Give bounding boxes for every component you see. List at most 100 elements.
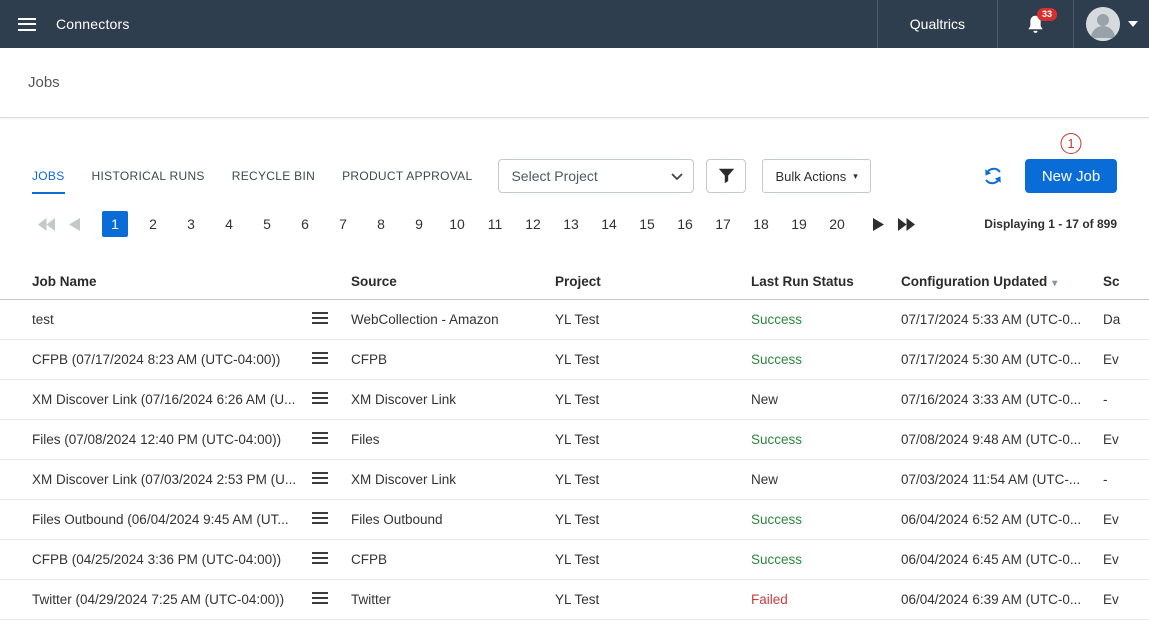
pagination-summary: Displaying 1 - 17 of 899 — [984, 217, 1117, 231]
column-header-label: Configuration Updated — [901, 274, 1047, 289]
configuration-updated-cell: 06/04/2024 6:52 AM (UTC-0... — [901, 512, 1103, 527]
page-button-5[interactable]: 5 — [254, 211, 280, 237]
table-row: XM Discover Link (07/16/2024 6:26 AM (U.… — [0, 380, 1149, 420]
filter-button[interactable] — [706, 159, 746, 193]
row-menu-icon[interactable] — [312, 592, 328, 604]
last-run-status-cell: Success — [751, 432, 901, 447]
bulk-actions-button[interactable]: Bulk Actions ▾ — [762, 159, 870, 193]
project-cell: YL Test — [555, 432, 751, 447]
job-name-cell[interactable]: CFPB (04/25/2024 3:36 PM (UTC-04:00)) — [32, 552, 312, 567]
job-name-cell[interactable]: Files (07/08/2024 12:40 PM (UTC-04:00)) — [32, 432, 312, 447]
row-menu-icon[interactable] — [312, 352, 328, 364]
page-button-12[interactable]: 12 — [520, 211, 546, 237]
brand-menu[interactable]: Qualtrics — [877, 0, 997, 48]
page-button-8[interactable]: 8 — [368, 211, 394, 237]
configuration-updated-cell: 07/08/2024 9:48 AM (UTC-0... — [901, 432, 1103, 447]
column-header-last-run-status[interactable]: Last Run Status — [751, 274, 901, 289]
last-page-button[interactable] — [892, 211, 920, 237]
project-cell: YL Test — [555, 352, 751, 367]
table-row: CFPB (07/17/2024 8:23 AM (UTC-04:00))CFP… — [0, 340, 1149, 380]
page-header: Jobs — [0, 48, 1149, 118]
job-name-cell[interactable]: XM Discover Link (07/03/2024 2:53 PM (U.… — [32, 472, 312, 487]
row-menu-icon[interactable] — [312, 512, 328, 524]
last-run-status-cell: Failed — [751, 592, 901, 607]
column-header-source[interactable]: Source — [351, 274, 555, 289]
project-cell: YL Test — [555, 472, 751, 487]
row-menu-icon[interactable] — [312, 432, 328, 444]
page-button-11[interactable]: 11 — [482, 211, 508, 237]
schedule-cell: - — [1103, 472, 1149, 487]
job-name-cell[interactable]: CFPB (07/17/2024 8:23 AM (UTC-04:00)) — [32, 352, 312, 367]
tab-product-approval[interactable]: PRODUCT APPROVAL — [342, 158, 472, 194]
refresh-icon — [983, 166, 1003, 186]
job-name-cell[interactable]: XM Discover Link (07/16/2024 6:26 AM (U.… — [32, 392, 312, 407]
sort-descending-icon[interactable]: ▾ — [1052, 278, 1057, 289]
page-button-6[interactable]: 6 — [292, 211, 318, 237]
last-run-status-cell: New — [751, 472, 901, 487]
page-button-10[interactable]: 10 — [444, 211, 470, 237]
column-header-job-name[interactable]: Job Name — [32, 274, 312, 289]
new-job-button[interactable]: New Job — [1025, 159, 1117, 193]
row-actions-cell — [312, 512, 351, 527]
refresh-button[interactable] — [983, 166, 1003, 186]
pagination: 1234567891011121314151617181920 Displayi… — [0, 210, 1149, 238]
page-button-13[interactable]: 13 — [558, 211, 584, 237]
first-page-button[interactable] — [32, 211, 60, 237]
page-button-14[interactable]: 14 — [596, 211, 622, 237]
page-button-16[interactable]: 16 — [672, 211, 698, 237]
brand-label: Qualtrics — [910, 16, 965, 32]
column-header-configuration-updated[interactable]: Configuration Updated ▾ — [901, 274, 1103, 289]
project-cell: YL Test — [555, 592, 751, 607]
page-button-15[interactable]: 15 — [634, 211, 660, 237]
project-cell: YL Test — [555, 552, 751, 567]
main-menu-button[interactable] — [8, 18, 46, 31]
avatar — [1086, 7, 1120, 41]
row-menu-icon[interactable] — [312, 552, 328, 564]
table-row: XM Discover Link (07/03/2024 2:53 PM (U.… — [0, 460, 1149, 500]
schedule-cell: Ev — [1103, 552, 1149, 567]
configuration-updated-cell: 07/17/2024 5:30 AM (UTC-0... — [901, 352, 1103, 367]
page-button-3[interactable]: 3 — [178, 211, 204, 237]
new-job-wrap: 1 New Job — [1025, 159, 1117, 193]
pagination-pages: 1234567891011121314151617181920 — [96, 211, 856, 237]
page-button-4[interactable]: 4 — [216, 211, 242, 237]
page-button-7[interactable]: 7 — [330, 211, 356, 237]
source-cell: Files Outbound — [351, 512, 555, 527]
next-page-button[interactable] — [864, 211, 892, 237]
page-button-2[interactable]: 2 — [140, 211, 166, 237]
row-actions-cell — [312, 432, 351, 447]
page-button-20[interactable]: 20 — [824, 211, 850, 237]
row-actions-cell — [312, 392, 351, 407]
project-select-value: Select Project — [511, 168, 597, 184]
job-name-cell[interactable]: Files Outbound (06/04/2024 9:45 AM (UT..… — [32, 512, 312, 527]
jobs-table-body: testWebCollection - AmazonYL TestSuccess… — [0, 300, 1149, 620]
page-button-1[interactable]: 1 — [102, 211, 128, 237]
page-button-9[interactable]: 9 — [406, 211, 432, 237]
tab-historical-runs[interactable]: HISTORICAL RUNS — [92, 158, 205, 194]
page-button-17[interactable]: 17 — [710, 211, 736, 237]
row-menu-icon[interactable] — [312, 392, 328, 404]
source-cell: Files — [351, 432, 555, 447]
previous-page-button[interactable] — [60, 211, 88, 237]
schedule-cell: Ev — [1103, 512, 1149, 527]
page-button-18[interactable]: 18 — [748, 211, 774, 237]
source-cell: WebCollection - Amazon — [351, 312, 555, 327]
column-header-project[interactable]: Project — [555, 274, 751, 289]
project-select[interactable]: Select Project — [498, 159, 694, 193]
row-actions-cell — [312, 472, 351, 487]
page-button-19[interactable]: 19 — [786, 211, 812, 237]
first-page-icon — [38, 218, 55, 231]
tab-jobs[interactable]: JOBS — [32, 158, 65, 194]
job-name-cell[interactable]: Twitter (04/29/2024 7:25 AM (UTC-04:00)) — [32, 592, 312, 607]
tab-recycle-bin[interactable]: RECYCLE BIN — [232, 158, 315, 194]
column-header-schedule[interactable]: Sc — [1103, 274, 1149, 289]
notifications-button[interactable]: 33 — [997, 0, 1073, 48]
job-name-cell[interactable]: test — [32, 312, 312, 327]
account-menu[interactable] — [1073, 0, 1149, 48]
schedule-cell: Ev — [1103, 432, 1149, 447]
row-actions-cell — [312, 552, 351, 567]
row-actions-cell — [312, 592, 351, 607]
table-row: Files Outbound (06/04/2024 9:45 AM (UT..… — [0, 500, 1149, 540]
row-menu-icon[interactable] — [312, 312, 328, 324]
row-menu-icon[interactable] — [312, 472, 328, 484]
